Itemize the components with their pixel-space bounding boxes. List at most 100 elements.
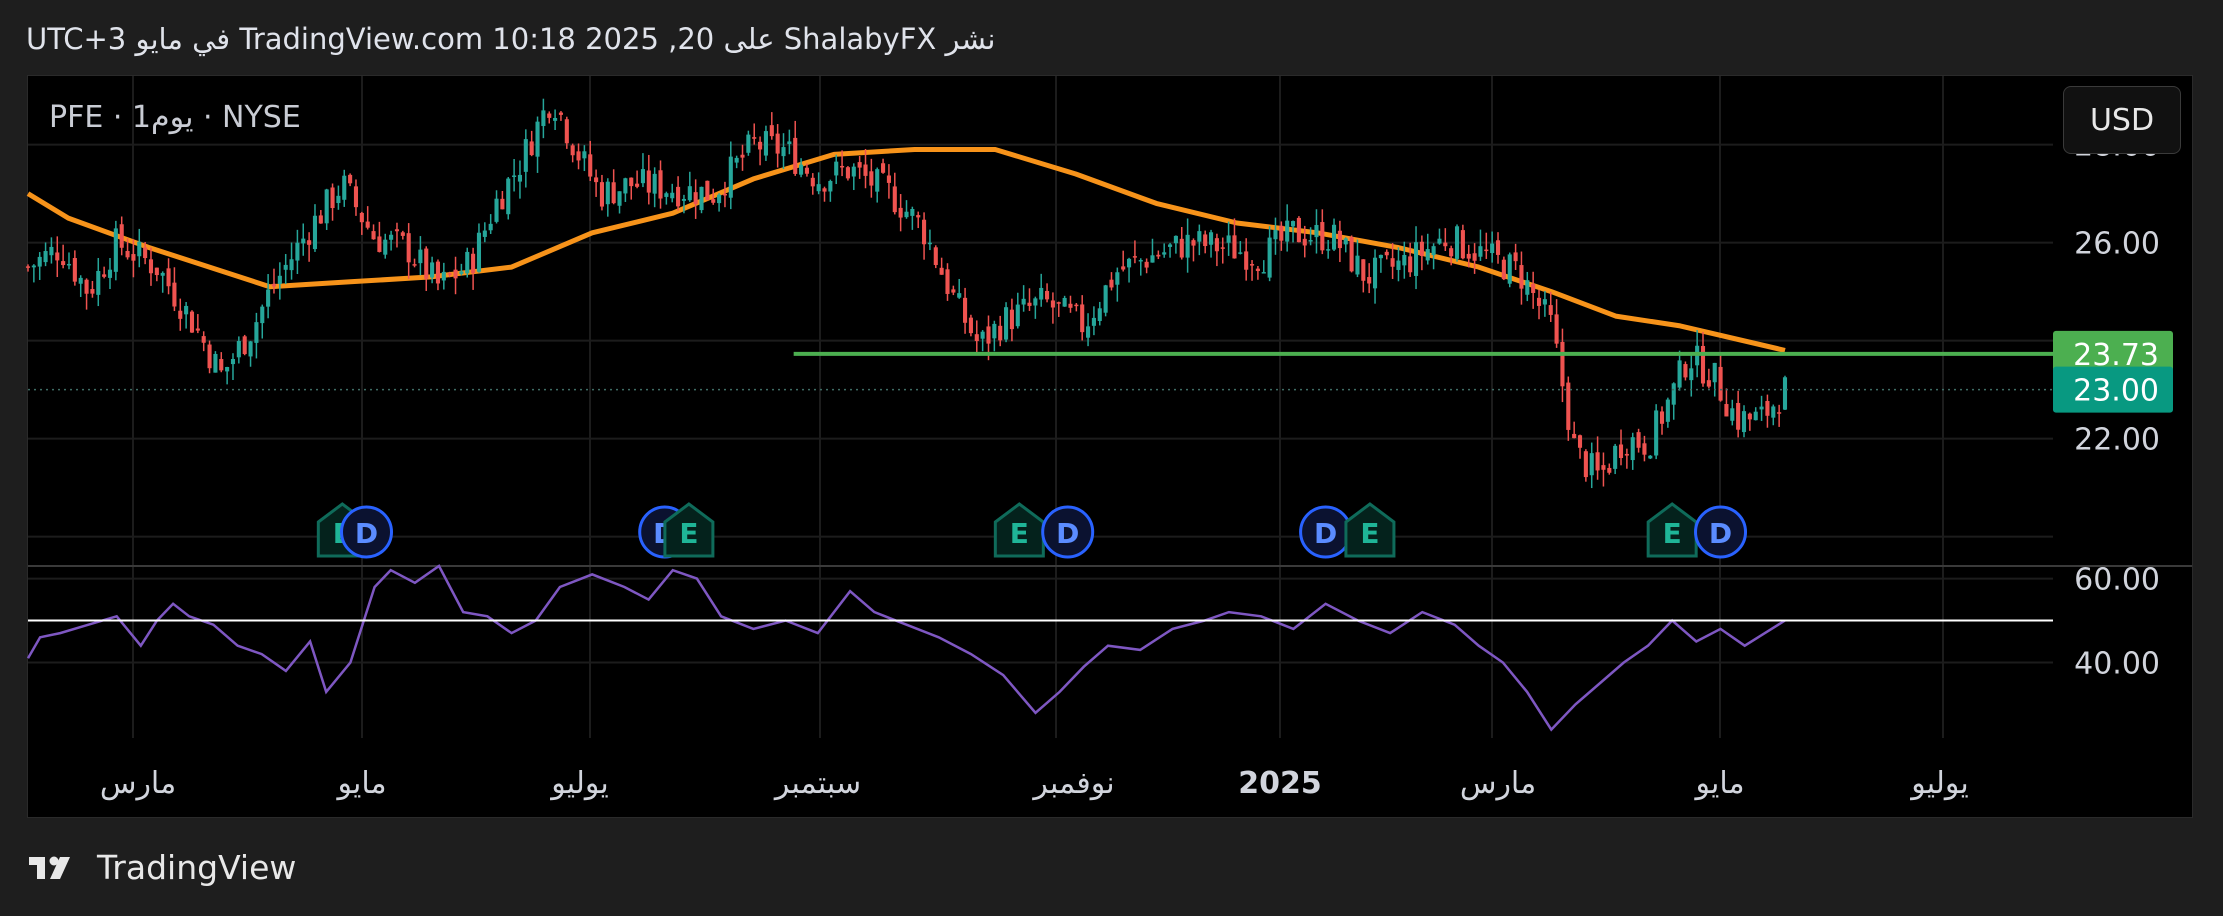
candle-body[interactable]: [1408, 256, 1413, 273]
candle-body[interactable]: [758, 141, 763, 150]
candle-body[interactable]: [594, 177, 599, 183]
candle-body[interactable]: [102, 274, 107, 277]
candle-body[interactable]: [623, 178, 628, 194]
candle-body[interactable]: [254, 322, 259, 343]
candle-body[interactable]: [517, 174, 523, 182]
candle-body[interactable]: [1777, 412, 1782, 414]
candle-body[interactable]: [599, 182, 605, 207]
candle-body[interactable]: [1349, 237, 1354, 272]
candle-body[interactable]: [1103, 285, 1108, 313]
candle-body[interactable]: [312, 215, 318, 250]
candle-body[interactable]: [1156, 254, 1161, 257]
candle-body[interactable]: [752, 137, 757, 139]
candle-body[interactable]: [1144, 261, 1149, 268]
candle-body[interactable]: [570, 145, 575, 156]
candle-body[interactable]: [529, 141, 534, 156]
candle-body[interactable]: [1367, 277, 1372, 284]
candle-body[interactable]: [84, 279, 89, 294]
candle-body[interactable]: [465, 251, 470, 274]
candle-body[interactable]: [1326, 249, 1331, 251]
candle-body[interactable]: [740, 154, 745, 158]
currency-button[interactable]: USD: [2063, 86, 2181, 154]
candle-body[interactable]: [717, 194, 722, 204]
candle-body[interactable]: [1314, 225, 1319, 238]
candle-body[interactable]: [611, 182, 616, 204]
candle-body[interactable]: [945, 269, 950, 294]
candle-body[interactable]: [927, 242, 932, 245]
candle-body[interactable]: [1583, 451, 1588, 478]
candle-body[interactable]: [1765, 401, 1770, 416]
candle-body[interactable]: [564, 119, 569, 144]
candle-body[interactable]: [166, 268, 171, 287]
candle-body[interactable]: [1437, 238, 1442, 244]
candle-body[interactable]: [910, 208, 915, 216]
candle-body[interactable]: [1507, 254, 1512, 284]
candle-body[interactable]: [31, 265, 36, 268]
candle-body[interactable]: [506, 178, 511, 215]
candle-body[interactable]: [389, 234, 394, 240]
candle-body[interactable]: [219, 359, 224, 371]
candle-body[interactable]: [1021, 298, 1026, 305]
candle-body[interactable]: [1413, 242, 1419, 276]
candle-body[interactable]: [1560, 341, 1565, 387]
candle-body[interactable]: [992, 323, 997, 339]
candle-body[interactable]: [184, 305, 189, 315]
candle-body[interactable]: [957, 293, 962, 298]
candle-body[interactable]: [629, 177, 634, 187]
candle-body[interactable]: [646, 170, 651, 193]
candle-body[interactable]: [1150, 255, 1155, 263]
candle-body[interactable]: [353, 186, 359, 208]
candle-body[interactable]: [1595, 452, 1600, 471]
candle-body[interactable]: [377, 236, 382, 252]
candle-body[interactable]: [289, 259, 294, 271]
candle-body[interactable]: [1331, 224, 1337, 250]
candle-body[interactable]: [1712, 362, 1717, 383]
candle-body[interactable]: [1624, 453, 1629, 456]
candle-body[interactable]: [781, 147, 786, 157]
candle-body[interactable]: [793, 137, 798, 174]
candle-body[interactable]: [1343, 238, 1348, 245]
dividend-marker[interactable]: D: [1694, 505, 1748, 559]
candle-body[interactable]: [1203, 234, 1208, 247]
candle-body[interactable]: [734, 157, 739, 163]
candle-body[interactable]: [66, 263, 72, 266]
candle-body[interactable]: [834, 161, 839, 176]
candle-body[interactable]: [863, 164, 868, 176]
candle-body[interactable]: [96, 270, 101, 295]
candle-body[interactable]: [1700, 345, 1706, 384]
candle-body[interactable]: [1577, 435, 1583, 448]
candle-body[interactable]: [553, 117, 558, 121]
candle-body[interactable]: [886, 175, 891, 183]
candle-body[interactable]: [1249, 264, 1255, 266]
candle-body[interactable]: [670, 192, 675, 199]
chart-svg[interactable]: EDDEEDDEED 22.0026.0028.0040.0060.00مارس…: [0, 0, 2223, 916]
candle-body[interactable]: [746, 134, 751, 153]
candle-body[interactable]: [869, 171, 874, 186]
candle-body[interactable]: [383, 239, 388, 255]
candle-body[interactable]: [107, 269, 113, 278]
candle-body[interactable]: [1396, 260, 1401, 270]
candle-body[interactable]: [857, 162, 862, 168]
candle-body[interactable]: [541, 110, 546, 127]
candle-body[interactable]: [1402, 254, 1407, 266]
candle-body[interactable]: [1109, 279, 1114, 288]
candle-body[interactable]: [1531, 283, 1536, 293]
candle-body[interactable]: [933, 247, 938, 266]
candle-body[interactable]: [1566, 382, 1571, 430]
candle-body[interactable]: [728, 156, 733, 198]
candle-body[interactable]: [775, 133, 780, 154]
candle-body[interactable]: [1197, 231, 1202, 242]
candle-body[interactable]: [119, 224, 124, 248]
candle-body[interactable]: [1671, 383, 1676, 405]
candle-body[interactable]: [400, 232, 405, 236]
candle-body[interactable]: [1097, 308, 1102, 322]
candle-body[interactable]: [1449, 248, 1454, 257]
candle-body[interactable]: [225, 366, 230, 372]
candle-body[interactable]: [687, 186, 692, 201]
candle-body[interactable]: [283, 264, 288, 270]
candle-body[interactable]: [1261, 272, 1266, 274]
candle-body[interactable]: [1665, 399, 1670, 422]
candle-body[interactable]: [1659, 411, 1665, 424]
dividend-marker[interactable]: D: [340, 505, 394, 559]
candle-body[interactable]: [1677, 360, 1682, 388]
